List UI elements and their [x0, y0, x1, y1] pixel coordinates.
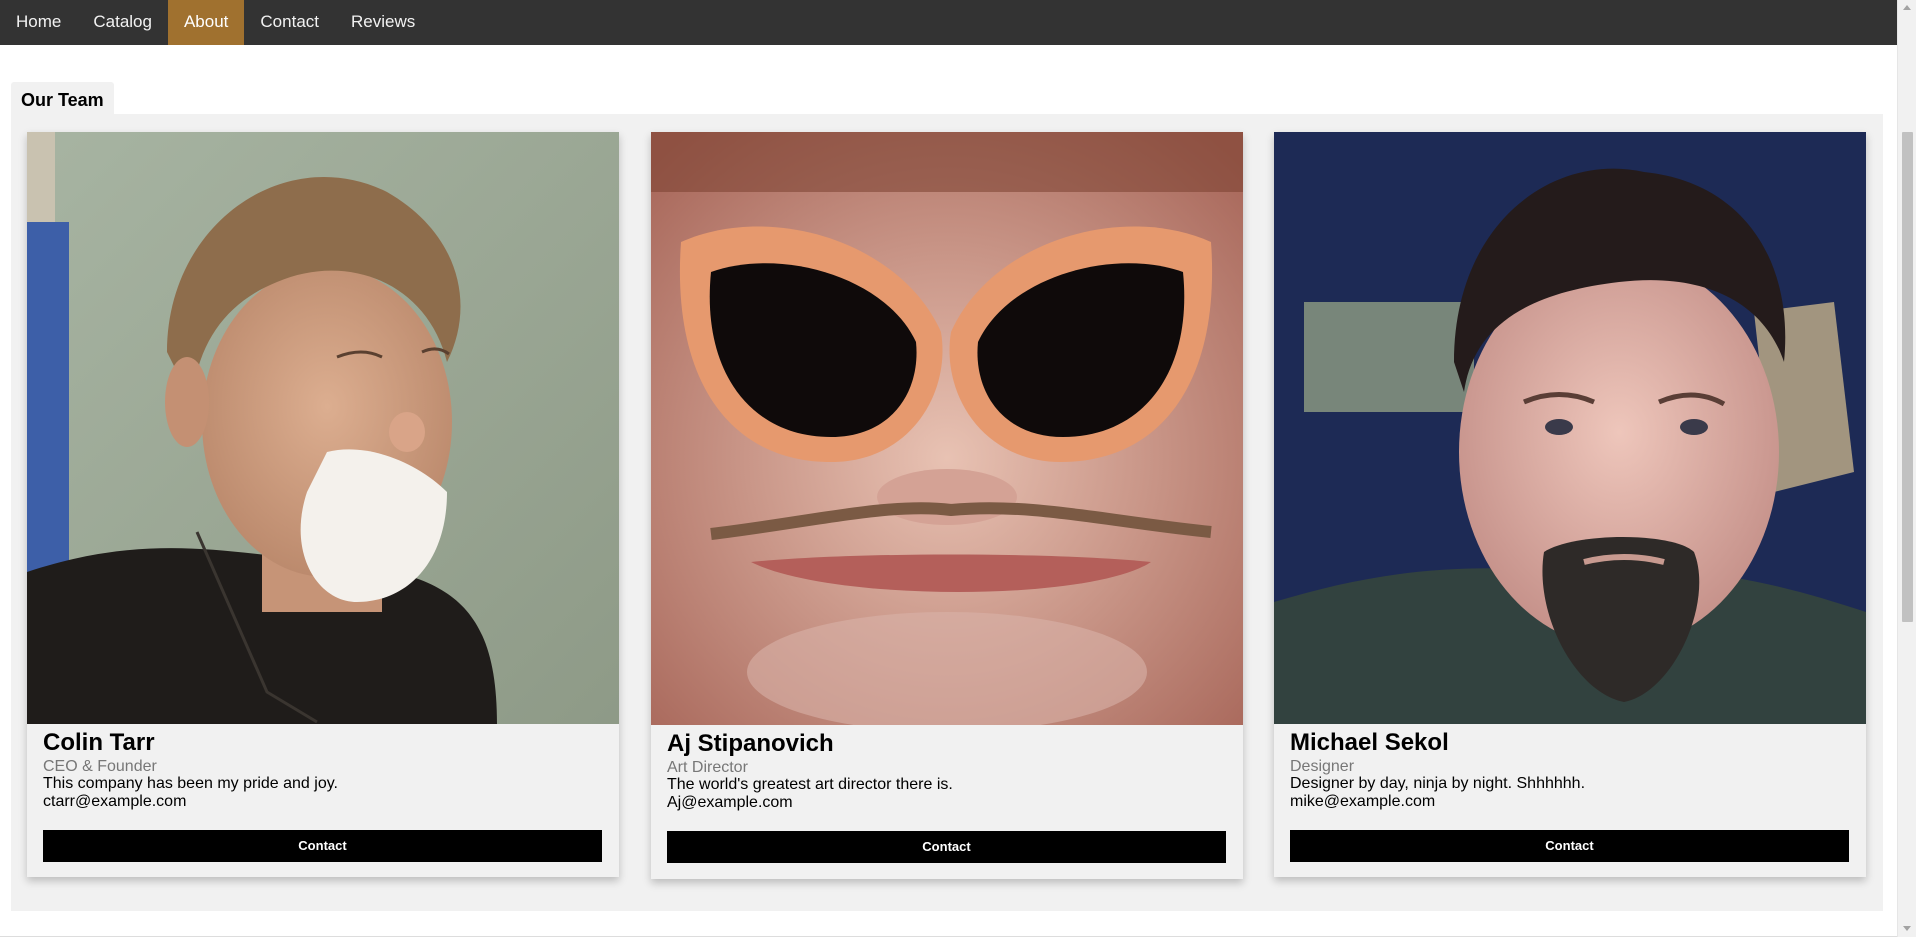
- member-description: Designer by day, ninja by night. Shhhhhh…: [1290, 775, 1586, 792]
- member-description: This company has been my pride and joy.: [43, 775, 338, 792]
- card-body: Michael Sekol Designer Designer by day, …: [1274, 724, 1866, 862]
- card-body: Colin Tarr CEO & Founder This company ha…: [27, 724, 619, 862]
- member-name: Michael Sekol: [1290, 729, 1449, 756]
- nav-home[interactable]: Home: [0, 0, 77, 45]
- photo-aj-image: [651, 132, 1243, 725]
- member-name: Aj Stipanovich: [667, 730, 834, 757]
- nav-contact[interactable]: Contact: [244, 0, 335, 45]
- team-photo-colin: [27, 132, 619, 724]
- team-card-colin: Colin Tarr CEO & Founder This company ha…: [27, 132, 619, 877]
- scroll-up-arrow-icon[interactable]: [1903, 5, 1911, 10]
- scrollbar-thumb[interactable]: [1902, 132, 1913, 622]
- nav-catalog[interactable]: Catalog: [77, 0, 168, 45]
- member-description: The world's greatest art director there …: [667, 776, 953, 793]
- contact-button[interactable]: Contact: [43, 830, 602, 862]
- card-body: Aj Stipanovich Art Director The world's …: [651, 725, 1243, 863]
- member-title: Art Director: [667, 759, 748, 776]
- nav-reviews[interactable]: Reviews: [335, 0, 431, 45]
- scroll-down-arrow-icon[interactable]: [1903, 926, 1911, 931]
- our-team-tab: Our Team: [11, 82, 114, 115]
- member-email: mike@example.com: [1290, 793, 1436, 810]
- team-card-michael: Michael Sekol Designer Designer by day, …: [1274, 132, 1866, 877]
- member-title: Designer: [1290, 758, 1355, 775]
- photo-colin-image: [27, 132, 619, 724]
- member-title: CEO & Founder: [43, 758, 157, 775]
- team-card-aj: Aj Stipanovich Art Director The world's …: [651, 132, 1243, 879]
- team-photo-aj: [651, 132, 1243, 725]
- contact-button[interactable]: Contact: [667, 831, 1226, 863]
- member-name: Colin Tarr: [43, 729, 155, 756]
- member-email: ctarr@example.com: [43, 793, 187, 810]
- team-photo-michael: [1274, 132, 1866, 724]
- page-scrollbar[interactable]: [1897, 0, 1916, 937]
- top-navigation: Home Catalog About Contact Reviews: [0, 0, 1897, 45]
- member-email: Aj@example.com: [667, 794, 793, 811]
- contact-button[interactable]: Contact: [1290, 830, 1849, 862]
- photo-michael-image: [1274, 132, 1866, 724]
- nav-about[interactable]: About: [167, 0, 245, 45]
